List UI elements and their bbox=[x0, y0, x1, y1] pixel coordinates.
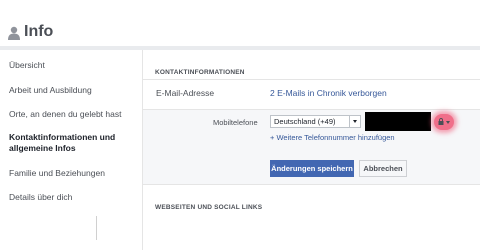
cancel-button[interactable]: Abbrechen bbox=[359, 160, 407, 177]
sidebar-item-places-lived[interactable]: Orte, an denen du gelebt hast bbox=[9, 109, 121, 119]
privacy-selector-button[interactable] bbox=[434, 114, 454, 130]
section-divider bbox=[143, 79, 480, 80]
email-value-link[interactable]: 2 E-Mails in Chronik verborgen bbox=[270, 88, 387, 98]
email-label: E-Mail-Adresse bbox=[156, 88, 215, 98]
scroll-edge-mark bbox=[96, 216, 97, 240]
contact-section-title: KONTAKTINFORMATIONEN bbox=[155, 69, 245, 76]
contact-info-panel: KONTAKTINFORMATIONEN E-Mail-Adresse 2 E-… bbox=[143, 50, 480, 250]
save-changes-button[interactable]: Änderungen speichern bbox=[270, 160, 354, 177]
phone-number-input[interactable] bbox=[365, 112, 431, 131]
person-icon bbox=[8, 26, 20, 40]
mobile-phone-editor: Mobiltelefone Deutschland (+49) + Weiter… bbox=[143, 109, 480, 185]
sidebar-item-details-about-you[interactable]: Details über dich bbox=[9, 192, 72, 202]
country-code-select[interactable]: Deutschland (+49) bbox=[270, 115, 361, 128]
page-title: Info bbox=[24, 23, 54, 40]
section-header-bar: Info bbox=[0, 22, 480, 46]
sidebar-item-contact-basic-info[interactable]: Kontaktinformationen und allgemeine Info… bbox=[9, 132, 139, 154]
about-sidebar: Übersicht Arbeit und Ausbildung Orte, an… bbox=[0, 50, 142, 250]
country-code-value: Deutschland (+49) bbox=[274, 117, 336, 126]
add-phone-link[interactable]: + Weitere Telefonnummer hinzufügen bbox=[270, 133, 395, 142]
privacy-dropdown-caret-icon bbox=[446, 121, 450, 124]
lock-icon bbox=[438, 118, 444, 125]
mobile-phone-label: Mobiltelefone bbox=[213, 118, 258, 127]
sidebar-item-work-education[interactable]: Arbeit und Ausbildung bbox=[9, 85, 92, 95]
sidebar-item-overview[interactable]: Übersicht bbox=[9, 60, 45, 70]
websites-section-title: WEBSEITEN UND SOCIAL LINKS bbox=[155, 204, 263, 211]
top-band bbox=[0, 0, 480, 22]
sidebar-item-family-relationships[interactable]: Familie und Beziehungen bbox=[9, 168, 105, 178]
chevron-down-icon bbox=[349, 116, 360, 127]
